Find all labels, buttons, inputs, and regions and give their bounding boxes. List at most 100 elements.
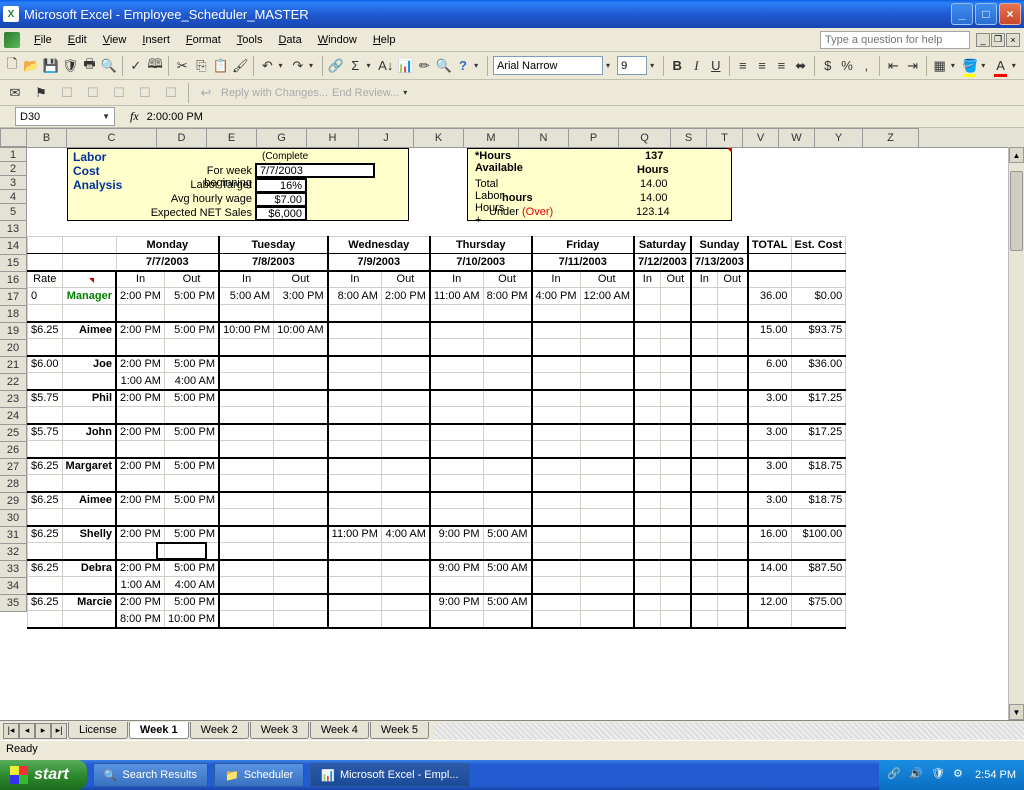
blank[interactable] bbox=[62, 305, 116, 322]
out-cell[interactable]: 12:00 AM bbox=[580, 288, 634, 305]
in-cell[interactable] bbox=[328, 611, 382, 628]
out-cell[interactable] bbox=[580, 577, 634, 594]
row-header-22[interactable]: 22 bbox=[0, 374, 27, 391]
in-cell[interactable] bbox=[328, 475, 382, 492]
in-cell[interactable] bbox=[634, 390, 660, 407]
in-cell[interactable] bbox=[532, 594, 580, 611]
in-cell[interactable] bbox=[691, 322, 717, 339]
blank[interactable] bbox=[748, 254, 791, 271]
out-cell[interactable] bbox=[580, 322, 634, 339]
blank[interactable] bbox=[62, 407, 116, 424]
out-cell[interactable] bbox=[483, 611, 531, 628]
in-cell[interactable] bbox=[430, 475, 483, 492]
out-cell[interactable] bbox=[274, 339, 328, 356]
blank[interactable] bbox=[28, 475, 63, 492]
rate-cell[interactable]: $6.25 bbox=[28, 560, 63, 577]
in-cell[interactable] bbox=[219, 356, 274, 373]
col-header-K[interactable]: K bbox=[414, 128, 464, 147]
out-cell[interactable] bbox=[580, 509, 634, 526]
blank[interactable] bbox=[748, 441, 791, 458]
out-cell[interactable] bbox=[483, 390, 531, 407]
undo-icon[interactable]: ↶ bbox=[259, 55, 275, 77]
out-cell[interactable]: 5:00 PM bbox=[164, 526, 219, 543]
in-cell[interactable] bbox=[691, 424, 717, 441]
font-color-icon[interactable]: A bbox=[992, 55, 1008, 77]
menu-tools[interactable]: Tools bbox=[229, 32, 271, 48]
out-cell[interactable] bbox=[660, 526, 691, 543]
in-cell[interactable] bbox=[328, 356, 382, 373]
system-tray[interactable]: 🔗 🔊 🛡 ⚙ 2:54 PM bbox=[879, 760, 1024, 790]
redo-icon[interactable]: ↷ bbox=[290, 55, 306, 77]
in-cell[interactable] bbox=[219, 475, 274, 492]
out-cell[interactable] bbox=[660, 424, 691, 441]
review-icon-1[interactable]: ☐ bbox=[56, 82, 78, 104]
out-cell[interactable] bbox=[164, 441, 219, 458]
row-header-35[interactable]: 35 bbox=[0, 595, 27, 612]
out-cell[interactable] bbox=[483, 424, 531, 441]
in-cell[interactable] bbox=[634, 322, 660, 339]
row-header-13[interactable]: 13 bbox=[0, 221, 27, 238]
blank[interactable] bbox=[28, 611, 63, 628]
cost-cell[interactable]: $17.25 bbox=[791, 424, 846, 441]
out-cell[interactable] bbox=[717, 458, 748, 475]
autosum-dd[interactable]: ▾ bbox=[366, 61, 374, 70]
out-cell[interactable] bbox=[274, 560, 328, 577]
in-cell[interactable] bbox=[691, 543, 717, 560]
close-button[interactable]: × bbox=[999, 3, 1021, 25]
menu-insert[interactable]: Insert bbox=[134, 32, 178, 48]
blank[interactable] bbox=[791, 339, 846, 356]
in-cell[interactable] bbox=[691, 509, 717, 526]
out-cell[interactable] bbox=[381, 492, 429, 509]
out-cell[interactable] bbox=[660, 611, 691, 628]
blank[interactable] bbox=[62, 441, 116, 458]
in-cell[interactable] bbox=[116, 407, 164, 424]
drawing-icon[interactable]: ✏ bbox=[416, 55, 432, 77]
scroll-down-icon[interactable]: ▼ bbox=[1009, 704, 1024, 720]
save-icon[interactable]: 💾 bbox=[43, 55, 59, 77]
in-cell[interactable] bbox=[430, 390, 483, 407]
copy-icon[interactable]: ⎘ bbox=[193, 55, 209, 77]
out-cell[interactable] bbox=[274, 441, 328, 458]
out-cell[interactable] bbox=[381, 509, 429, 526]
in-cell[interactable] bbox=[532, 424, 580, 441]
blank[interactable] bbox=[748, 339, 791, 356]
blank[interactable] bbox=[791, 373, 846, 390]
row-header-26[interactable]: 26 bbox=[0, 442, 27, 459]
blank[interactable] bbox=[62, 475, 116, 492]
col-header-D[interactable]: D bbox=[157, 128, 207, 147]
in-cell[interactable] bbox=[532, 492, 580, 509]
employee-name[interactable]: Marcie bbox=[62, 594, 116, 611]
employee-name[interactable]: Phil bbox=[62, 390, 116, 407]
out-cell[interactable] bbox=[660, 441, 691, 458]
review-icon-4[interactable]: ☐ bbox=[134, 82, 156, 104]
out-cell[interactable] bbox=[580, 458, 634, 475]
out-cell[interactable] bbox=[660, 577, 691, 594]
increase-indent-icon[interactable]: ⇥ bbox=[904, 55, 920, 77]
chart-icon[interactable]: 📊 bbox=[397, 55, 413, 77]
in-cell[interactable] bbox=[219, 441, 274, 458]
in-cell[interactable] bbox=[691, 288, 717, 305]
in-cell[interactable] bbox=[532, 526, 580, 543]
out-header[interactable]: Out bbox=[660, 271, 691, 288]
out-cell[interactable] bbox=[483, 543, 531, 560]
out-cell[interactable]: 5:00 PM bbox=[164, 594, 219, 611]
in-cell[interactable] bbox=[328, 509, 382, 526]
row-header-17[interactable]: 17 bbox=[0, 289, 27, 306]
out-cell[interactable]: 5:00 PM bbox=[164, 560, 219, 577]
taskbar-item[interactable]: 📁Scheduler bbox=[214, 763, 304, 787]
out-cell[interactable]: 5:00 PM bbox=[164, 322, 219, 339]
out-cell[interactable] bbox=[274, 356, 328, 373]
row-header-24[interactable]: 24 bbox=[0, 408, 27, 425]
out-cell[interactable] bbox=[381, 441, 429, 458]
in-cell[interactable] bbox=[634, 577, 660, 594]
blank[interactable] bbox=[28, 407, 63, 424]
row-header-18[interactable]: 18 bbox=[0, 306, 27, 323]
out-cell[interactable] bbox=[660, 322, 691, 339]
out-cell[interactable]: 5:00 PM bbox=[164, 288, 219, 305]
out-cell[interactable] bbox=[660, 543, 691, 560]
out-cell[interactable] bbox=[580, 441, 634, 458]
size-dd[interactable]: ▾ bbox=[650, 61, 658, 70]
comment-marker-icon[interactable] bbox=[727, 148, 732, 153]
col-header-E[interactable]: E bbox=[207, 128, 257, 147]
blank[interactable] bbox=[791, 611, 846, 628]
